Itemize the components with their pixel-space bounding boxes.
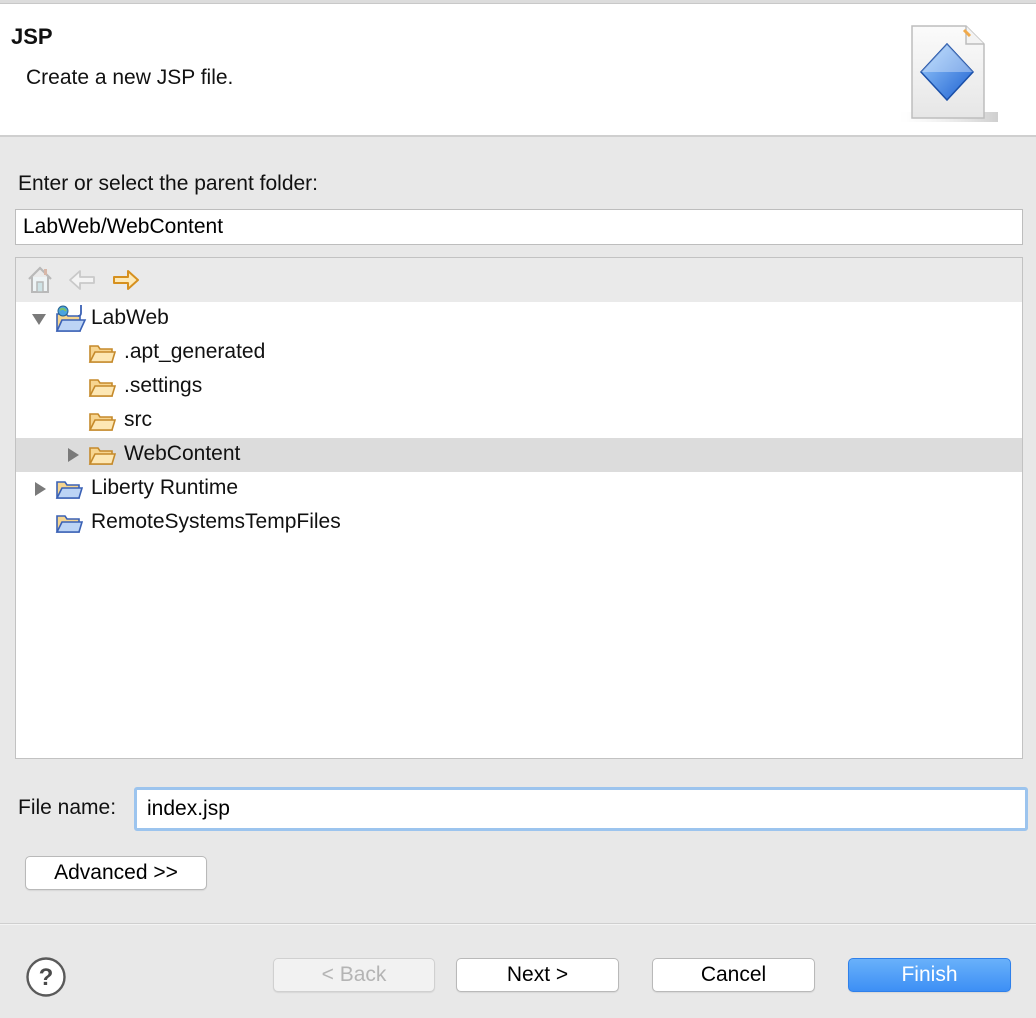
file-name-input[interactable] [134,787,1028,831]
twisty-expanded-icon[interactable] [30,310,48,328]
cancel-button[interactable]: Cancel [652,958,815,992]
advanced-button[interactable]: Advanced >> [25,856,207,890]
tree-item-apt-generated[interactable]: .apt_generated [16,336,1022,370]
help-icon[interactable]: ? [25,956,67,998]
tree-item-label: LabWeb [91,306,169,329]
wizard-description: Create a new JSP file. [26,66,234,89]
back-button[interactable]: < Back [273,958,435,992]
file-name-label: File name: [18,796,117,819]
wizard-header: JSP Create a new JSP file. [0,4,1036,137]
web-project-folder-icon [55,305,87,332]
twisty-collapsed-icon[interactable] [64,446,82,464]
folder-icon [88,447,116,465]
finish-button[interactable]: Finish [848,958,1011,992]
twisty-collapsed-icon[interactable] [31,480,49,498]
project-folder-icon [55,515,83,533]
next-button[interactable]: Next > [456,958,619,992]
jsp-wizard-banner-icon [900,25,998,122]
tree-item-src[interactable]: src [16,404,1022,438]
tree-item-label: src [124,408,152,431]
tree-item-settings[interactable]: .settings [16,370,1022,404]
tree-item-label: WebContent [124,442,241,465]
svg-text:?: ? [39,964,54,991]
tree-item-webcontent[interactable]: WebContent [16,438,1022,472]
tree-item-labweb[interactable]: LabWeb [16,302,1022,336]
tree-item-remote-systems-temp-files[interactable]: RemoteSystemsTempFiles [16,506,1022,540]
tree-item-label: RemoteSystemsTempFiles [91,510,341,533]
tree-item-liberty-runtime[interactable]: Liberty Runtime [16,472,1022,506]
back-arrow-icon[interactable] [66,264,98,296]
footer-separator [0,923,1036,925]
folder-tree: LabWeb .apt_generated .settings src WebC… [16,302,1022,758]
project-folder-icon [55,481,83,499]
forward-arrow-icon[interactable] [110,264,142,296]
folder-icon [88,413,116,431]
tree-item-label: Liberty Runtime [91,476,239,499]
tree-item-label: .settings [124,374,203,397]
parent-folder-input[interactable] [15,209,1023,245]
parent-folder-label: Enter or select the parent folder: [18,172,318,195]
folder-icon [88,345,116,363]
wizard-title: JSP [11,24,53,49]
folder-icon [88,379,116,397]
tree-toolbar [16,258,1022,302]
folder-tree-panel: LabWeb .apt_generated .settings src WebC… [15,257,1023,759]
home-icon[interactable] [24,264,56,296]
tree-item-label: .apt_generated [124,340,266,363]
